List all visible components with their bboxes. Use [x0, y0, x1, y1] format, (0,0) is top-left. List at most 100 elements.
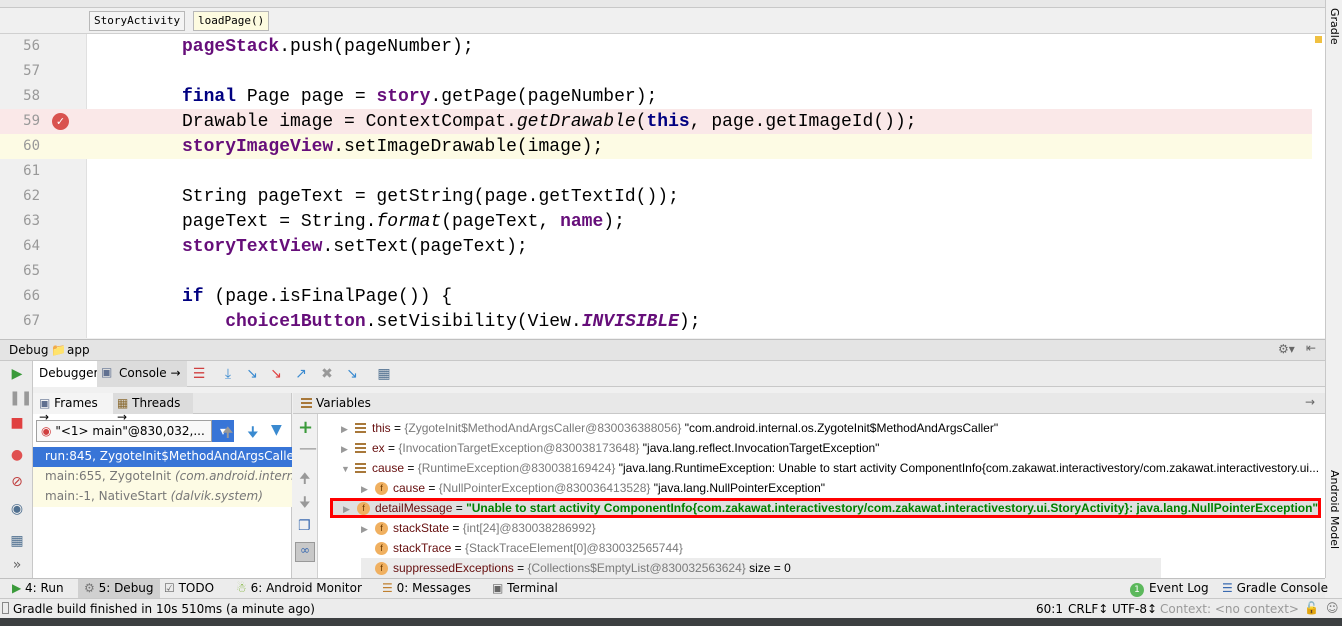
code-token: getDrawable [516, 112, 636, 132]
camera-icon[interactable]: ◉ [9, 501, 25, 517]
lock-icon[interactable]: 🔓 [1304, 601, 1319, 615]
show-execution-point-icon[interactable]: ☰ [190, 366, 208, 382]
watches-toggle-icon[interactable]: ∞ [295, 542, 315, 562]
line-number: 58 [23, 88, 40, 104]
code-line[interactable]: 58 final Page page = story.getPage(pageNu… [0, 84, 1312, 109]
variable-name: stackTrace [393, 541, 452, 555]
move-down-icon[interactable]: 🠋 [299, 492, 311, 516]
force-step-into-icon[interactable]: ↘ [267, 366, 285, 382]
move-up-icon[interactable]: 🠉 [299, 468, 311, 492]
tab-frames[interactable]: ▣ Frames → [33, 393, 113, 424]
variable-row[interactable]: f stackTrace = {StackTraceElement[0]@8300… [361, 538, 683, 558]
code-line[interactable]: 66 if (page.isFinalPage()) { [0, 284, 1312, 309]
remove-watch-icon[interactable]: — [299, 438, 317, 459]
variable-value: "com.android.internal.os.ZygoteInit$Meth… [684, 421, 999, 435]
down-arrow-icon[interactable]: 🠋 [247, 422, 259, 446]
tab-debugger[interactable]: Debugger [33, 361, 105, 387]
restore-layout-icon[interactable]: ▦ [9, 533, 25, 549]
step-over-icon[interactable]: ⤓ [219, 366, 237, 382]
step-out-icon[interactable]: ↗ [292, 366, 310, 382]
tool-tab[interactable]: ☰ 0: Messages [376, 579, 477, 599]
code-line[interactable]: 64 storyTextView.setText(pageText); [0, 234, 1312, 259]
field-icon: f [375, 482, 388, 496]
expand-arrow-icon[interactable]: ▶ [341, 439, 355, 459]
frame-item[interactable]: main:655, ZygoteInit (com.android.intern… [33, 467, 292, 487]
breadcrumb-method[interactable]: loadPage() [193, 11, 270, 31]
variable-row[interactable]: ▶ f detailMessage = "Unable to start activ… [330, 498, 1321, 518]
run-to-cursor-icon[interactable]: ↘ [343, 366, 361, 382]
caret-position[interactable]: 60:1 [1036, 602, 1063, 616]
filter-icon[interactable]: ▼ [271, 422, 282, 438]
code-editor[interactable]: 56 pageStack.push(pageNumber); 57 58 final P… [0, 34, 1325, 338]
variable-row[interactable]: ▶ this = {ZygoteInit$MethodAndArgsCaller@… [341, 418, 998, 438]
frame-item[interactable]: main:-1, NativeStart (dalvik.system) [33, 487, 292, 507]
breakpoint-icon[interactable]: ✓ [52, 113, 69, 130]
thread-selector[interactable]: ◉ "<1> main"@830,032,... [36, 420, 212, 442]
breadcrumb-class[interactable]: StoryActivity [89, 11, 186, 31]
tab-threads[interactable]: ▦ Threads → [113, 393, 193, 424]
variable-value: "Unable to start activity ComponentInfo{… [466, 501, 1319, 515]
warning-marker[interactable] [1315, 36, 1322, 43]
stop-icon[interactable]: ■ [9, 415, 25, 431]
expand-arrow-icon[interactable]: ▶ [341, 419, 355, 439]
drop-frame-icon[interactable]: ✖ [318, 366, 336, 382]
tool-tab[interactable]: ▶ 4: Run [6, 579, 70, 599]
variable-row[interactable]: ▶ f stackState = {int[24]@830038286992} [361, 518, 596, 538]
code-token: ); [678, 312, 701, 332]
variable-row[interactable]: f suppressedExceptions = {Collections$Emp… [361, 558, 1161, 578]
file-encoding[interactable]: UTF-8↕ [1112, 602, 1157, 616]
event-log-tab[interactable]: 1 Event Log [1124, 579, 1215, 599]
tab-console[interactable]: ▣ Console → [97, 361, 187, 387]
variable-type: {StackTraceElement[0]@830032565744} [464, 541, 683, 555]
step-into-icon[interactable]: ↘ [243, 366, 261, 382]
more-icon[interactable]: » [9, 557, 25, 573]
evaluate-expression-icon[interactable]: ▦ [375, 366, 393, 382]
variable-row[interactable]: ▶ f cause = {NullPointerException@83003641… [361, 478, 825, 498]
android-model-tool-button[interactable]: Android Model [1328, 470, 1341, 549]
hide-panel-icon[interactable]: ⇤ [1306, 341, 1316, 355]
gradle-tool-button[interactable]: Gradle [1328, 8, 1341, 45]
frame-item[interactable]: run:845, ZygoteInit$MethodAndArgsCaller … [33, 447, 292, 467]
up-arrow-icon[interactable]: 🠉 [222, 422, 234, 446]
variable-row[interactable]: ▼ cause = {RuntimeException@830038169424}… [341, 458, 1321, 478]
expand-arrow-icon[interactable]: ▶ [361, 519, 375, 539]
code-line[interactable]: 57 [0, 59, 1312, 84]
folder-icon: 📁 [51, 343, 66, 357]
code-token: ); [603, 212, 625, 232]
tool-tab[interactable]: ☑ TODO [158, 579, 220, 599]
code-line[interactable]: 63 pageText = String.format(pageText, nam… [0, 209, 1312, 234]
variable-type: {NullPointerException@830036413528} [438, 481, 651, 495]
code-line[interactable]: 67 choice1Button.setVisibility(View.INVI… [0, 309, 1312, 334]
pin-icon[interactable]: → [1305, 395, 1315, 409]
collapse-arrow-icon[interactable]: ▼ [341, 459, 355, 478]
code-line[interactable]: 65 [0, 259, 1312, 284]
tool-tab[interactable]: ▣ Terminal [486, 579, 564, 599]
code-line[interactable]: 61 [0, 159, 1312, 184]
code-line[interactable]: 62 String pageText = getString(page.getTe… [0, 184, 1312, 209]
gear-icon[interactable]: ⚙▾ [1278, 342, 1295, 356]
code-line[interactable]: 59 ✓ Drawable image = ContextCompat.getDra… [0, 109, 1312, 134]
tool-tab[interactable]: ☃ 6: Android Monitor [230, 579, 368, 599]
inspector-icon[interactable]: ☺ [1326, 601, 1339, 615]
gradle-console-tab[interactable]: ☰ Gradle Console [1216, 579, 1334, 599]
toggle-tool-windows-icon[interactable] [2, 602, 9, 614]
field-icon: f [375, 562, 388, 576]
debug-icon: ⚙ [84, 581, 99, 595]
copy-icon[interactable]: ❐ [298, 518, 311, 534]
view-breakpoints-icon[interactable]: ● [9, 447, 25, 463]
pause-icon[interactable]: ❚❚ [9, 390, 32, 406]
code-line[interactable]: 56 pageStack.push(pageNumber); [0, 34, 1312, 59]
resume-icon[interactable]: ▶ [9, 366, 25, 382]
context-indicator[interactable]: Context: <no context> [1160, 602, 1299, 616]
expand-arrow-icon[interactable]: ▶ [361, 479, 375, 499]
add-watch-icon[interactable]: + [298, 417, 313, 438]
code-line[interactable]: 60 storyImageView.setImageDrawable(image)… [0, 134, 1312, 159]
variable-type: {Collections$EmptyList@830032563624} [527, 561, 746, 575]
tool-tab[interactable]: ⚙ 5: Debug [78, 579, 160, 599]
variable-name: cause [372, 461, 405, 475]
mute-breakpoints-icon[interactable]: ⊘ [9, 474, 25, 490]
right-tool-strip: Gradle Android Model [1325, 0, 1342, 578]
variable-row[interactable]: ▶ ex = {InvocationTargetException@8300381… [341, 438, 879, 458]
expand-arrow-icon[interactable]: ▶ [343, 502, 357, 516]
line-separator[interactable]: CRLF↕ [1068, 602, 1108, 616]
